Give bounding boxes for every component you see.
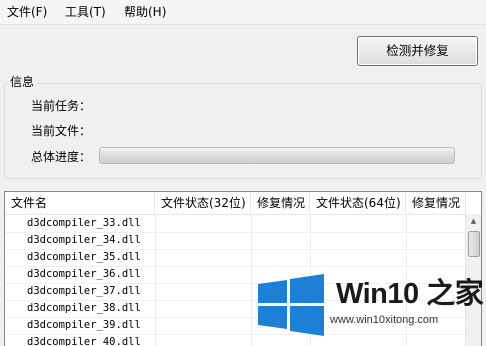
scroll-thumb[interactable] xyxy=(468,231,480,257)
row-filename: d3dcompiler_35.dll xyxy=(27,251,141,263)
detect-and-repair-button[interactable]: 检测并修复 xyxy=(357,36,478,66)
column-header-repair-32[interactable]: 修复情况 xyxy=(251,192,310,214)
menu-bar: 文件(F) 工具(T) 帮助(H) xyxy=(0,0,486,25)
list-header: 文件名 文件状态(32位) 修复情况 文件状态(64位) 修复情况 xyxy=(5,192,481,215)
vertical-scrollbar[interactable]: ▲ xyxy=(465,214,481,346)
row-filename: d3dcompiler_33.dll xyxy=(27,217,141,229)
column-header-repair-64[interactable]: 修复情况 xyxy=(406,192,466,214)
menu-help[interactable]: 帮助(H) xyxy=(122,5,168,19)
table-row[interactable]: d3dcompiler_38.dll xyxy=(5,300,466,318)
table-row[interactable]: d3dcompiler_40.dll xyxy=(5,334,466,346)
current-file-label: 当前文件： xyxy=(31,124,92,138)
table-row[interactable]: d3dcompiler_34.dll xyxy=(5,232,466,250)
overall-progress-bar xyxy=(99,147,455,164)
menu-file[interactable]: 文件(F) xyxy=(5,5,49,19)
current-task-label: 当前任务： xyxy=(31,99,92,113)
row-filename: d3dcompiler_40.dll xyxy=(27,336,141,346)
row-filename: d3dcompiler_37.dll xyxy=(27,285,141,297)
row-filename: d3dcompiler_38.dll xyxy=(27,302,141,314)
row-filename: d3dcompiler_36.dll xyxy=(27,268,141,280)
table-row[interactable]: d3dcompiler_35.dll xyxy=(5,249,466,267)
column-header-status-64[interactable]: 文件状态(64位) xyxy=(310,192,406,214)
table-row[interactable]: d3dcompiler_36.dll xyxy=(5,266,466,284)
row-filename: d3dcompiler_39.dll xyxy=(27,319,141,331)
overall-progress-label: 总体进度： xyxy=(31,150,92,164)
scroll-up-arrow-icon[interactable]: ▲ xyxy=(466,214,481,229)
row-filename: d3dcompiler_34.dll xyxy=(27,234,141,246)
file-list[interactable]: 文件名 文件状态(32位) 修复情况 文件状态(64位) 修复情况 d3dcom… xyxy=(4,191,482,346)
table-row[interactable]: d3dcompiler_39.dll xyxy=(5,317,466,335)
info-group-title: 信息 xyxy=(8,75,37,89)
column-header-status-32[interactable]: 文件状态(32位) xyxy=(155,192,251,214)
column-header-filename[interactable]: 文件名 xyxy=(5,192,155,214)
table-row[interactable]: d3dcompiler_33.dll xyxy=(5,215,466,233)
table-row[interactable]: d3dcompiler_37.dll xyxy=(5,283,466,301)
menu-tools[interactable]: 工具(T) xyxy=(63,5,108,19)
